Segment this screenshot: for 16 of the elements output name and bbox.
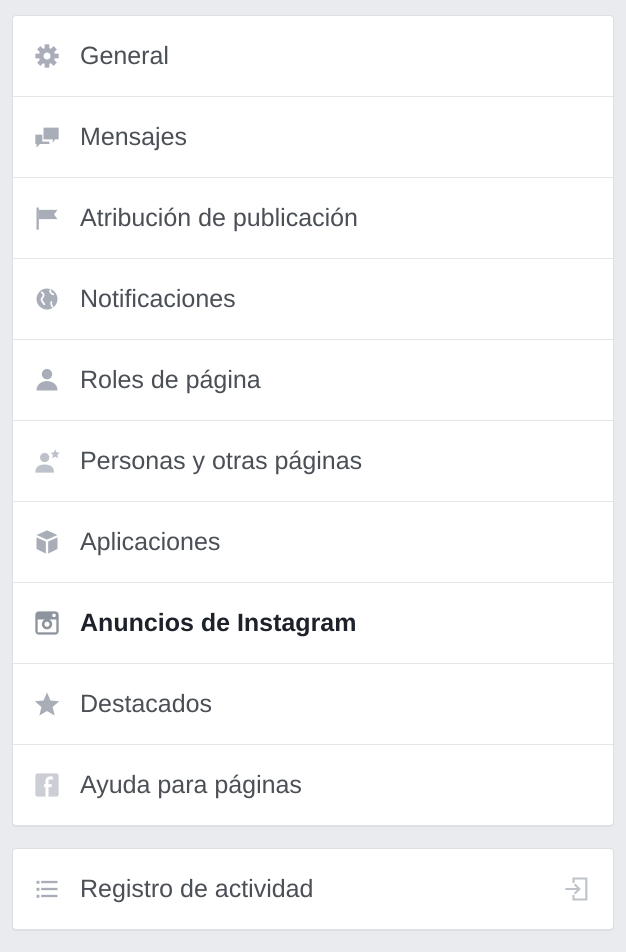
- f-logo-icon: [33, 771, 61, 799]
- menu-item[interactable]: Notificaciones: [13, 258, 613, 339]
- activity-log-item[interactable]: Registro de actividad: [13, 849, 613, 929]
- star-icon: [33, 690, 61, 718]
- menu-item[interactable]: Ayuda para páginas: [13, 744, 613, 825]
- menu-item[interactable]: General: [13, 16, 613, 96]
- menu-item[interactable]: Personas y otras páginas: [13, 420, 613, 501]
- person-star-icon: [33, 447, 61, 475]
- gear-icon: [33, 42, 61, 70]
- menu-item[interactable]: Destacados: [13, 663, 613, 744]
- menu-item[interactable]: Roles de página: [13, 339, 613, 420]
- menu-item[interactable]: Anuncios de Instagram: [13, 582, 613, 663]
- menu-item[interactable]: Mensajes: [13, 96, 613, 177]
- menu-item[interactable]: Atribución de publicación: [13, 177, 613, 258]
- menu-item[interactable]: Aplicaciones: [13, 501, 613, 582]
- camera-icon: [33, 609, 61, 637]
